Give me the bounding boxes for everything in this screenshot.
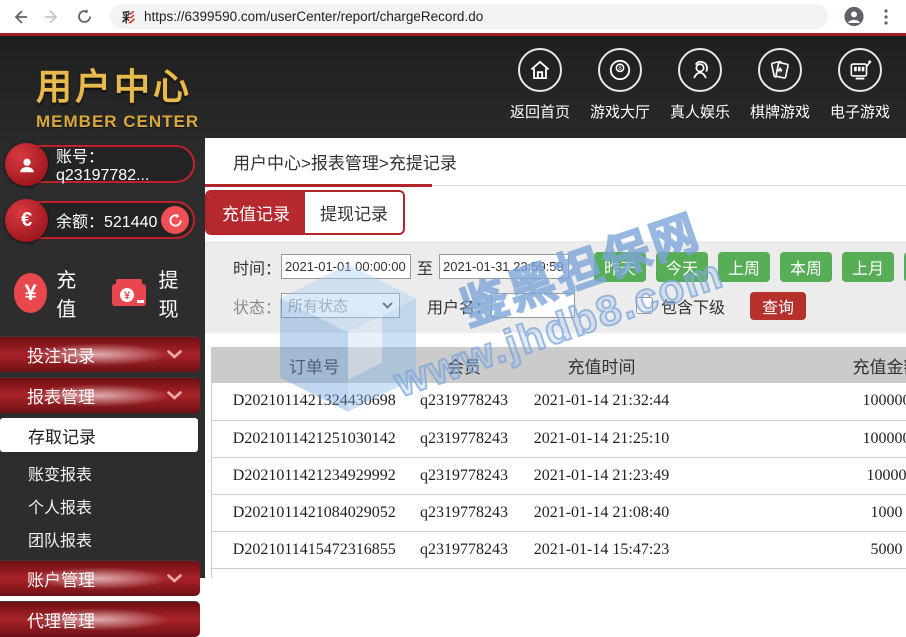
last-week-button[interactable]: 上周 — [718, 252, 770, 282]
search-button[interactable]: 查询 — [750, 292, 806, 320]
profile-avatar-icon[interactable] — [844, 7, 864, 27]
site-favicon: 彩 — [122, 7, 135, 26]
chevron-down-icon — [167, 574, 182, 583]
col-order-number: 订单号 — [212, 347, 417, 383]
sidebar-item-bet-records[interactable]: 投注记录 — [0, 336, 200, 372]
wallet-icon: ¥ — [110, 278, 150, 308]
quick-actions: ¥ 充值 ¥ 提现 — [14, 264, 205, 322]
date-from-input[interactable] — [281, 254, 411, 279]
live-dealer-icon — [678, 48, 722, 92]
quick-range-buttons: 昨天 今天 上周 本周 上月 — [594, 252, 906, 282]
forward-icon[interactable] — [42, 7, 62, 27]
browser-toolbar: 彩 https://6399590.com/userCenter/report/… — [0, 0, 906, 33]
user-icon — [5, 143, 48, 186]
nav-item-slots[interactable]: 电子游戏 — [828, 48, 892, 122]
filter-panel: 时间： 至 昨天 今天 上周 本周 上月 状态： 所有状态 — [205, 241, 906, 333]
table-row: D2021011415472316855 q2319778243 2021-01… — [212, 531, 906, 568]
coin-euro-icon: € — [5, 199, 48, 242]
withdraw-button[interactable]: ¥ 提现 — [110, 264, 206, 322]
include-subordinates-checkbox[interactable] — [636, 297, 653, 314]
yen-icon: ¥ — [14, 273, 47, 313]
records-table: 订单号 会员 充值时间 充值金额 D2021011421324430698 q2… — [211, 347, 906, 578]
chevron-down-icon — [167, 350, 182, 359]
nav-item-game-hall[interactable]: 8 游戏大厅 — [588, 48, 652, 122]
select-chevron-icon — [382, 302, 393, 309]
col-recharge-amount: 充值金额 — [692, 347, 906, 383]
tab-recharge-records[interactable]: 充值记录 — [207, 192, 305, 233]
logo-subtitle: MEMBER CENTER — [36, 112, 199, 132]
table-header-row: 订单号 会员 充值时间 充值金额 — [212, 347, 906, 383]
browser-menu-icon[interactable] — [876, 7, 896, 27]
svg-text:¥: ¥ — [123, 290, 130, 302]
username-input[interactable] — [491, 293, 575, 318]
sidebar-item-deposit-withdraw-records[interactable]: 存取记录 — [0, 418, 198, 452]
sidebar-item-account-management[interactable]: 账户管理 — [0, 560, 200, 596]
status-select[interactable]: 所有状态 — [281, 293, 400, 318]
status-label: 状态： — [233, 294, 281, 318]
username-label: 用户名： — [427, 294, 491, 318]
table-row: D2021011421251030142 q2319778243 2021-01… — [212, 420, 906, 457]
date-to-input[interactable] — [439, 254, 569, 279]
billiard-icon: 8 — [598, 48, 642, 92]
balance-label: 余额：521440 — [56, 208, 157, 232]
withdraw-label: 提现 — [159, 264, 186, 322]
col-member: 会员 — [417, 347, 512, 383]
this-week-button[interactable]: 本周 — [780, 252, 832, 282]
refresh-balance-icon[interactable] — [161, 206, 189, 234]
time-label: 时间： — [233, 255, 281, 279]
reload-icon[interactable] — [74, 7, 94, 27]
home-icon — [518, 48, 562, 92]
table-row: D2021011421234929992 q2319778243 2021-01… — [212, 457, 906, 494]
table-row: D2021011421324430698 q2319778243 2021-01… — [212, 383, 906, 420]
chevron-down-icon — [167, 391, 182, 400]
table-row: D2021011415425316732 q2319778243 2021-01… — [212, 568, 906, 578]
sidebar-item-account-change-report[interactable]: 账变报表 — [0, 456, 205, 489]
recharge-label: 充值 — [56, 264, 89, 322]
breadcrumb: 用户中心>报表管理>充提记录 — [205, 138, 906, 186]
sidebar: 账号：q23197782... € 余额：521440 ¥ 充值 ¥ — [0, 138, 205, 578]
breadcrumb-accent-line — [205, 184, 432, 187]
nav-item-board-games[interactable]: ♠ 棋牌游戏 — [748, 48, 812, 122]
url-text: https://6399590.com/userCenter/report/ch… — [144, 9, 483, 24]
to-label: 至 — [417, 255, 433, 279]
logo-title: 用户中心 — [36, 58, 199, 110]
sidebar-item-agent-management[interactable]: 代理管理 — [0, 601, 200, 637]
tab-withdraw-records[interactable]: 提现记录 — [305, 192, 403, 233]
slot-machine-icon — [838, 48, 882, 92]
sidebar-item-report-management[interactable]: 报表管理 — [0, 377, 200, 413]
table-row: D2021011421084029052 q2319778243 2021-01… — [212, 494, 906, 531]
today-button[interactable]: 今天 — [656, 252, 708, 282]
cards-icon: ♠ — [758, 48, 802, 92]
site-logo: 用户中心 MEMBER CENTER — [36, 58, 199, 132]
main-content: 用户中心>报表管理>充提记录 充值记录 提现记录 时间： 至 昨天 今天 上周 … — [205, 138, 906, 578]
sidebar-item-team-report[interactable]: 团队报表 — [0, 522, 205, 555]
recharge-button[interactable]: ¥ 充值 — [14, 264, 110, 322]
address-bar[interactable]: 彩 https://6399590.com/userCenter/report/… — [110, 4, 828, 29]
balance-pill: € 余额：521440 — [6, 201, 195, 239]
nav-item-home[interactable]: 返回首页 — [508, 48, 572, 122]
record-tabs: 充值记录 提现记录 — [205, 190, 405, 235]
col-recharge-time: 充值时间 — [512, 347, 692, 383]
back-icon[interactable] — [10, 7, 30, 27]
account-label: 账号：q23197782... — [56, 143, 193, 185]
nav-item-live-casino[interactable]: 真人娱乐 — [668, 48, 732, 122]
top-navigation: 返回首页 8 游戏大厅 真人娱乐 — [508, 48, 892, 122]
include-subordinates-label: 包含下级 — [661, 294, 725, 318]
last-month-button[interactable]: 上月 — [842, 252, 894, 282]
records-table-wrap: 订单号 会员 充值时间 充值金额 D2021011421324430698 q2… — [211, 347, 906, 578]
svg-text:♠: ♠ — [777, 66, 784, 75]
member-center-app: 用户中心 MEMBER CENTER 返回首页 8 游戏大厅 — [0, 36, 906, 578]
yesterday-button[interactable]: 昨天 — [594, 252, 646, 282]
sidebar-item-personal-report[interactable]: 个人报表 — [0, 489, 205, 522]
account-pill: 账号：q23197782... — [6, 145, 195, 183]
